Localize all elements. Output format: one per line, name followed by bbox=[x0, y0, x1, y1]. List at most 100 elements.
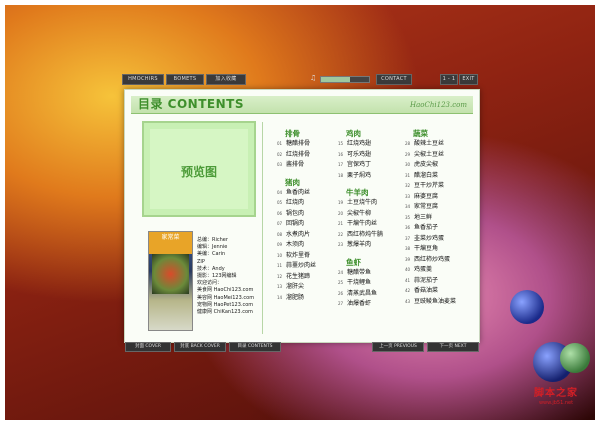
volume-slider[interactable] bbox=[320, 76, 370, 83]
toc-item[interactable]: 33 麻婆豆腐 bbox=[405, 192, 467, 203]
toc-item-name: 酱排骨 bbox=[286, 161, 305, 168]
toc-item-number: 19 bbox=[338, 200, 344, 205]
toc-item[interactable]: 16 可乐鸡翅 bbox=[338, 150, 400, 161]
toc-item[interactable]: 10 软炸里脊 bbox=[277, 251, 339, 262]
toc-item[interactable]: 04 鱼香肉丝 bbox=[277, 188, 339, 199]
next-page-button[interactable]: 下一页 NEXT bbox=[427, 342, 479, 352]
toc-item[interactable]: 38 干煸豆角 bbox=[405, 244, 467, 255]
toolbar-button-1[interactable]: HMOCHIRS bbox=[122, 74, 164, 85]
toc-item[interactable]: 39 西红柿炒鸡蛋 bbox=[405, 255, 467, 266]
toc-item[interactable]: 12 花生猪蹄 bbox=[277, 272, 339, 283]
toc-item-number: 13 bbox=[277, 284, 283, 289]
toc-item[interactable]: 31 醋溜白菜 bbox=[405, 171, 467, 182]
toc-item-name: 鸡蛋羹 bbox=[414, 266, 433, 273]
toc-item[interactable]: 37 韭菜炒鸡蛋 bbox=[405, 234, 467, 245]
toc-item[interactable]: 01 糖醋排骨 bbox=[277, 139, 339, 150]
toc-category: 蔬菜 bbox=[413, 129, 428, 138]
toc-item[interactable]: 43 豆豉鲮鱼油麦菜 bbox=[405, 297, 467, 308]
toc-item[interactable]: 24 糖醋带鱼 bbox=[338, 268, 400, 279]
toc-item-name: 清蒸武昌鱼 bbox=[347, 289, 378, 297]
toc-item[interactable]: 14 溜肥肠 bbox=[277, 293, 339, 304]
toc-item[interactable]: 06 锅包肉 bbox=[277, 209, 339, 220]
toc-item-number: 27 bbox=[338, 301, 344, 306]
toc-item[interactable]: 26 清蒸武昌鱼 bbox=[338, 289, 400, 300]
front-cover-button[interactable]: 封面 COVER bbox=[125, 342, 171, 352]
toc-item[interactable]: 17 宫保鸡丁 bbox=[338, 160, 400, 171]
credit-line: 宠物网 HaoPet123.com bbox=[197, 301, 254, 308]
toc-item-name: 软炸里脊 bbox=[286, 251, 311, 259]
toc-item-name: 红烧肉 bbox=[286, 199, 305, 206]
toc-item[interactable]: 42 香菇油菜 bbox=[405, 286, 467, 297]
toc-item[interactable]: 29 尖椒土豆丝 bbox=[405, 150, 467, 161]
toc-item-number: 25 bbox=[338, 280, 344, 285]
toc-item[interactable]: 25 干烧鲤鱼 bbox=[338, 278, 400, 289]
toc-item[interactable]: 21 干煸牛肉丝 bbox=[338, 219, 400, 230]
toc-category: 鱼虾 bbox=[346, 257, 361, 267]
toc-item-name: 地三鲜 bbox=[414, 213, 433, 221]
toc-item-name: 红烧鸡翅 bbox=[347, 140, 372, 147]
bookmark-button[interactable]: 加入收藏 bbox=[206, 74, 246, 85]
toc-item[interactable]: 03 酱排骨 bbox=[277, 160, 339, 171]
toc-item[interactable]: 23 葱爆羊肉 bbox=[338, 240, 400, 251]
toc-item[interactable]: 22 西红柿炖牛腩 bbox=[338, 230, 400, 241]
toc-item[interactable]: 20 尖椒牛柳 bbox=[338, 209, 400, 220]
toc-item-name: 鱼香茄子 bbox=[414, 224, 439, 231]
toc-item[interactable]: 36 鱼香茄子 bbox=[405, 223, 467, 234]
toc-item-name: 干烧鲤鱼 bbox=[347, 279, 372, 286]
toc-item[interactable]: 34 家常豆腐 bbox=[405, 202, 467, 213]
toc-item-name: 干煸牛肉丝 bbox=[347, 220, 378, 227]
toc-item-number: 42 bbox=[405, 288, 411, 293]
toc-item[interactable]: 09 木须肉 bbox=[277, 240, 339, 251]
toc-item[interactable]: 13 溜肝尖 bbox=[277, 282, 339, 293]
toc-item-number: 23 bbox=[338, 242, 344, 247]
toc-item-name: 家常豆腐 bbox=[414, 203, 439, 210]
speaker-icon[interactable]: ♫ bbox=[310, 75, 316, 82]
toc-category: 排骨 bbox=[285, 129, 300, 138]
toc-item[interactable]: 27 油爆香虾 bbox=[338, 299, 400, 310]
column-divider bbox=[262, 122, 263, 334]
toc-item[interactable]: 28 酸辣土豆丝 bbox=[405, 139, 467, 150]
toc-item-name: 鱼香肉丝 bbox=[286, 188, 311, 196]
contact-button[interactable]: CONTACT bbox=[376, 74, 412, 85]
toc-item-number: 40 bbox=[405, 267, 411, 272]
toc-item[interactable]: 08 水煮肉片 bbox=[277, 230, 339, 241]
toolbar-button-2[interactable]: BOMETS bbox=[166, 74, 204, 85]
toc-item[interactable]: 11 蒜薹炒肉丝 bbox=[277, 261, 339, 272]
toc-item-name: 葱爆羊肉 bbox=[347, 241, 372, 248]
toc-item[interactable]: 02 红烧排骨 bbox=[277, 150, 339, 161]
back-cover-button[interactable]: 封底 BACK COVER bbox=[174, 342, 226, 352]
preview-inner: 预览图 bbox=[150, 129, 248, 209]
volume-fill bbox=[321, 77, 350, 82]
toc-item-name: 韭菜炒鸡蛋 bbox=[414, 234, 445, 242]
toc-item-name: 豆干炒芹菜 bbox=[414, 182, 445, 189]
cover-title: 家常菜 bbox=[149, 232, 192, 254]
toc-item[interactable]: 35 地三鲜 bbox=[405, 213, 467, 224]
screen: HMOCHIRS BOMETS 加入收藏 ♫ CONTACT 1 - 1 EXI… bbox=[0, 0, 600, 425]
toc-item-number: 35 bbox=[405, 214, 411, 220]
toc-item[interactable]: 05 红烧肉 bbox=[277, 198, 339, 209]
toc-item-number: 07 bbox=[277, 221, 283, 226]
toc-item[interactable]: 18 栗子焖鸡 bbox=[338, 171, 400, 182]
exit-button[interactable]: EXIT bbox=[459, 74, 478, 85]
toc-item-number: 08 bbox=[277, 231, 283, 237]
toc-item[interactable]: 32 豆干炒芹菜 bbox=[405, 181, 467, 192]
contents-button[interactable]: 目录 CONTENTS bbox=[229, 342, 281, 352]
toc-item[interactable]: 15 红烧鸡翅 bbox=[338, 139, 400, 150]
toc-item-name: 回锅肉 bbox=[286, 220, 305, 227]
blueberry-decoration bbox=[510, 290, 544, 324]
toc-item-name: 蒜薹炒肉丝 bbox=[286, 262, 317, 269]
toc-item[interactable]: 40 鸡蛋羹 bbox=[405, 265, 467, 276]
contents-header: 目录 CONTENTS HaoChi123.com bbox=[131, 96, 473, 114]
toc-item-number: 43 bbox=[405, 298, 411, 304]
toc-item-name: 西红柿炖牛腩 bbox=[347, 230, 384, 238]
toc-item[interactable]: 07 回锅肉 bbox=[277, 219, 339, 230]
toc-item-name: 酸辣土豆丝 bbox=[414, 140, 445, 147]
toc-item-name: 木须肉 bbox=[286, 241, 305, 248]
previous-page-button[interactable]: 上一页 PREVIOUS bbox=[372, 342, 424, 352]
toc-item[interactable]: 41 蒜泥茄子 bbox=[405, 276, 467, 287]
toc-item[interactable]: 30 虎皮尖椒 bbox=[405, 160, 467, 171]
credit-line: 健康网 ChiKan123.com bbox=[197, 309, 253, 316]
toc-item-name: 蒜泥茄子 bbox=[414, 276, 439, 284]
toc-item-number: 16 bbox=[338, 151, 344, 157]
toc-item[interactable]: 19 土豆烧牛肉 bbox=[338, 198, 400, 209]
